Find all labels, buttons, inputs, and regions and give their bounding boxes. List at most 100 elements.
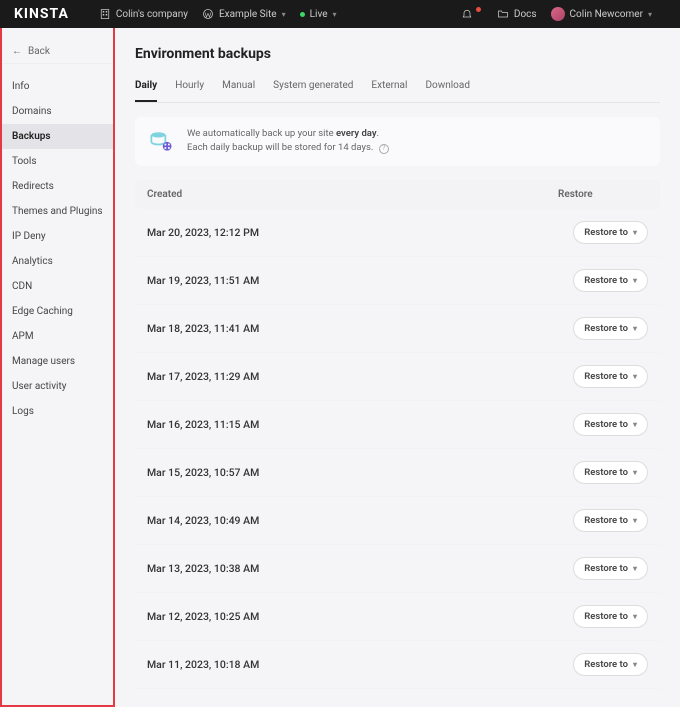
chevron-down-icon: ▾ — [633, 324, 637, 333]
restore-label: Restore to — [584, 323, 628, 334]
sidebar-item-edge-caching[interactable]: Edge Caching — [2, 299, 113, 324]
chevron-down-icon: ▾ — [633, 660, 637, 669]
restore-button[interactable]: Restore to ▾ — [573, 557, 648, 580]
sidebar-item-ip-deny[interactable]: IP Deny — [2, 224, 113, 249]
restore-label: Restore to — [584, 419, 628, 430]
sidebar-item-apm[interactable]: APM — [2, 324, 113, 349]
info-box: We automatically back up your site every… — [135, 117, 660, 166]
chevron-down-icon: ▾ — [333, 10, 337, 19]
avatar — [551, 7, 565, 21]
table-row: Mar 12, 2023, 10:25 AM Restore to ▾ — [135, 593, 660, 641]
chevron-down-icon: ▾ — [633, 468, 637, 477]
table-row: Mar 14, 2023, 10:49 AMRestore to▾ — [135, 497, 660, 545]
row-created: Mar 15, 2023, 10:57 AM — [147, 466, 573, 479]
chevron-down-icon: ▾ — [633, 276, 637, 285]
tab-download[interactable]: Download — [425, 80, 470, 102]
th-restore: Restore — [558, 189, 648, 200]
sidebar-item-manage-users[interactable]: Manage users — [2, 349, 113, 374]
logo[interactable]: KINSTA — [14, 6, 69, 22]
tab-external[interactable]: External — [371, 80, 407, 102]
sidebar-item-logs[interactable]: Logs — [2, 399, 113, 424]
restore-label: Restore to — [584, 563, 628, 574]
row-created: Mar 13, 2023, 10:38 AM — [147, 562, 573, 575]
docs-link[interactable]: Docs — [497, 8, 537, 20]
row-created: Mar 11, 2023, 10:18 AM — [147, 658, 573, 671]
restore-button[interactable]: Restore to ▾ — [573, 269, 648, 292]
sidebar-item-info[interactable]: Info — [2, 74, 113, 99]
table-row: Mar 15, 2023, 10:57 AMRestore to▾ — [135, 449, 660, 497]
restore-label: Restore to — [584, 515, 628, 526]
restore-button[interactable]: Restore to ▾ — [573, 509, 648, 532]
sidebar-item-user-activity[interactable]: User activity — [2, 374, 113, 399]
restore-button[interactable]: Restore to ▾ — [573, 413, 648, 436]
help-icon[interactable]: ? — [379, 144, 389, 154]
restore-label: Restore to — [584, 371, 628, 382]
tabs: Daily Hourly Manual System generated Externa… — [135, 80, 660, 103]
env-switcher[interactable]: Live ▾ — [300, 9, 337, 20]
bell-icon — [461, 8, 473, 20]
info-line1c: . — [377, 128, 380, 139]
company-switcher[interactable]: Colin's company — [99, 8, 188, 20]
table-row: Mar 20, 2023, 12:12 PM Restore to ▾ — [135, 209, 660, 257]
tab-system-generated[interactable]: System generated — [273, 80, 353, 102]
chevron-down-icon: ▾ — [282, 10, 286, 19]
row-created: Mar 18, 2023, 11:41 AM — [147, 322, 573, 335]
back-link[interactable]: ← Back — [2, 40, 113, 64]
status-dot-icon — [300, 12, 305, 17]
table-row: Mar 16, 2023, 11:15 AM Restore to ▾ — [135, 401, 660, 449]
page-title: Environment backups — [135, 46, 660, 62]
sidebar-item-cdn[interactable]: CDN — [2, 274, 113, 299]
row-created: Mar 20, 2023, 12:12 PM — [147, 226, 573, 239]
env-name: Live — [310, 9, 328, 20]
info-line1a: We automatically back up your site — [187, 128, 336, 139]
sidebar-item-redirects[interactable]: Redirects — [2, 174, 113, 199]
tab-daily[interactable]: Daily — [135, 80, 157, 102]
restore-label: Restore to — [584, 275, 628, 286]
sidebar-item-tools[interactable]: Tools — [2, 149, 113, 174]
back-arrow-icon: ← — [12, 46, 22, 57]
restore-button[interactable]: Restore to▾ — [573, 365, 648, 388]
table-body: Mar 20, 2023, 12:12 PM Restore to ▾ Mar 19,… — [135, 209, 660, 689]
restore-label: Restore to — [584, 227, 628, 238]
chevron-down-icon: ▾ — [633, 612, 637, 621]
restore-button[interactable]: Restore to ▾ — [573, 221, 648, 244]
backup-illustration-icon — [147, 127, 175, 155]
chevron-down-icon: ▾ — [633, 516, 637, 525]
restore-button[interactable]: Restore to ▾ — [573, 605, 648, 628]
table-row: Mar 13, 2023, 10:38 AM Restore to ▾ — [135, 545, 660, 593]
tab-manual[interactable]: Manual — [222, 80, 255, 102]
back-label: Back — [28, 46, 50, 57]
restore-button[interactable]: Restore to ▾ — [573, 317, 648, 340]
folder-icon — [497, 8, 509, 20]
info-line1b: every day — [336, 128, 377, 139]
row-created: Mar 19, 2023, 11:51 AM — [147, 274, 573, 287]
notifications[interactable] — [461, 8, 483, 20]
notification-dot-icon — [476, 7, 481, 12]
sidebar-item-analytics[interactable]: Analytics — [2, 249, 113, 274]
sidebar-item-themes-and-plugins[interactable]: Themes and Plugins — [2, 199, 113, 224]
table-row: Mar 18, 2023, 11:41 AM Restore to ▾ — [135, 305, 660, 353]
chevron-down-icon: ▾ — [633, 564, 637, 573]
topbar: KINSTA Colin's company Example Site ▾ Li… — [0, 0, 680, 28]
sidebar: ← Back InfoDomainsBackupsToolsRedirectsT… — [0, 28, 115, 707]
restore-button[interactable]: Restore to ▾ — [573, 653, 648, 676]
restore-label: Restore to — [584, 611, 628, 622]
restore-button[interactable]: Restore to▾ — [573, 461, 648, 484]
site-switcher[interactable]: Example Site ▾ — [202, 8, 286, 20]
row-created: Mar 16, 2023, 11:15 AM — [147, 418, 573, 431]
site-name: Example Site — [219, 9, 277, 20]
table-row: Mar 17, 2023, 11:29 AMRestore to▾ — [135, 353, 660, 401]
table-row: Mar 11, 2023, 10:18 AM Restore to ▾ — [135, 641, 660, 689]
tab-hourly[interactable]: Hourly — [175, 80, 204, 102]
chevron-down-icon: ▾ — [633, 420, 637, 429]
sidebar-item-backups[interactable]: Backups — [2, 124, 113, 149]
company-name: Colin's company — [116, 9, 188, 20]
sidebar-item-domains[interactable]: Domains — [2, 99, 113, 124]
chevron-down-icon: ▾ — [633, 228, 637, 237]
row-created: Mar 12, 2023, 10:25 AM — [147, 610, 573, 623]
user-menu[interactable]: Colin Newcomer ▾ — [551, 7, 652, 21]
restore-label: Restore to — [584, 659, 628, 670]
info-line2: Each daily backup will be stored for 14 … — [187, 142, 373, 153]
info-text: We automatically back up your site every… — [187, 127, 389, 156]
chevron-down-icon: ▾ — [648, 10, 652, 19]
